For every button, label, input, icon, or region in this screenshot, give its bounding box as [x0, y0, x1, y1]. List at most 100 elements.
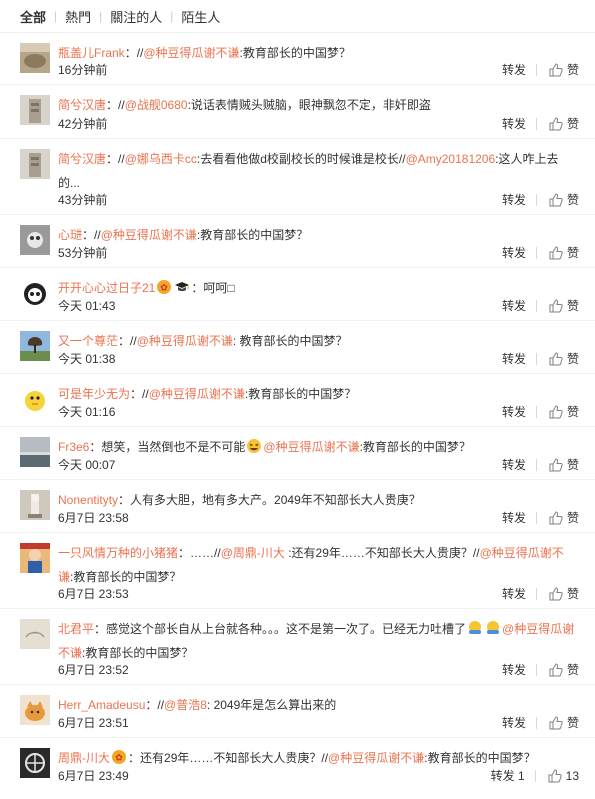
- comment-time: 今天 01:16: [58, 405, 116, 419]
- like-button[interactable]: 赞: [549, 60, 579, 80]
- like-label: 赞: [566, 352, 579, 366]
- repost-button[interactable]: 转发: [502, 455, 526, 475]
- mention-link[interactable]: @种豆得瓜谢不谦: [328, 751, 424, 765]
- like-button[interactable]: 赞: [549, 190, 579, 210]
- like-button[interactable]: 赞: [549, 508, 579, 528]
- like-label: 赞: [566, 663, 579, 677]
- username-link[interactable]: 又一个尊茫: [58, 334, 118, 348]
- like-button[interactable]: 赞: [549, 713, 579, 733]
- comment-time: 6月7日 23:58: [58, 511, 129, 525]
- avatar[interactable]: [20, 149, 50, 179]
- comment-text: 瓶盖儿Frank：//@种豆得瓜谢不谦:教育部长的中国梦？: [58, 41, 577, 65]
- username-link[interactable]: 北君平: [58, 622, 94, 636]
- username-link[interactable]: 一只风情万种的小猪猪: [58, 546, 178, 560]
- comment-item: 瓶盖儿Frank：//@种豆得瓜谢不谦:教育部长的中国梦？ 16分钟前 转发 赞: [0, 33, 595, 85]
- comment-body: :教育部长的中国梦？: [239, 46, 351, 60]
- tab-following[interactable]: 關注的人: [110, 7, 162, 26]
- repost-button[interactable]: 转发: [502, 60, 526, 80]
- avatar[interactable]: ~: [20, 619, 50, 649]
- tab-divider: |: [170, 9, 174, 23]
- username-link[interactable]: Fr3e6: [58, 440, 89, 454]
- separator: ：//: [118, 334, 137, 348]
- comment-time: 43分钟前: [58, 193, 108, 207]
- thumbs-up-icon: [549, 716, 563, 730]
- tab-strangers[interactable]: 陌生人: [181, 7, 220, 26]
- username-link[interactable]: Nonentityty: [58, 493, 118, 507]
- repost-button[interactable]: 转发 1: [491, 766, 525, 786]
- svg-text:~: ~: [32, 630, 37, 637]
- like-button[interactable]: 赞: [549, 349, 579, 369]
- mention-link[interactable]: @普浩8: [164, 698, 207, 712]
- like-button[interactable]: 赞: [549, 114, 579, 134]
- avatar[interactable]: [20, 384, 50, 414]
- comment-text: Fr3e6：想笑，当然倒也不是不可能：@种豆得瓜谢不谦:教育部长的中国梦？: [58, 435, 577, 459]
- repost-button[interactable]: 转发: [502, 190, 526, 210]
- username-link[interactable]: 开开心心过日子21: [58, 281, 155, 295]
- mention-link[interactable]: @种豆得瓜谢不谦: [263, 440, 359, 454]
- like-label: 赞: [566, 246, 579, 260]
- like-button[interactable]: 赞: [549, 296, 579, 316]
- mention-link[interactable]: @战舰0680: [125, 98, 188, 112]
- like-button[interactable]: 13: [548, 766, 579, 786]
- repost-button[interactable]: 转发: [502, 660, 526, 680]
- username-link[interactable]: 可是年少无为: [58, 387, 130, 401]
- comment-body: :教育部长的中国梦？: [196, 228, 309, 242]
- repost-button[interactable]: 转发: [502, 508, 526, 528]
- avatar[interactable]: [20, 331, 50, 361]
- avatar[interactable]: [20, 695, 50, 725]
- avatar[interactable]: [20, 437, 50, 467]
- avatar[interactable]: [20, 95, 50, 125]
- mention-link[interactable]: @娜乌西卡cc: [125, 152, 197, 166]
- action-divider: [535, 459, 537, 471]
- separator: ：……//: [178, 546, 221, 560]
- username-link[interactable]: 简兮汉唐: [58, 98, 106, 112]
- mention-link[interactable]: @种豆得瓜谢不谦: [101, 228, 197, 242]
- mention-link[interactable]: @种豆得瓜谢不谦: [149, 387, 245, 401]
- username-link[interactable]: Herr_Amadeusu: [58, 698, 145, 712]
- mention-link[interactable]: @Amy20181206: [406, 152, 496, 166]
- member-badge-icon: ✿: [112, 750, 126, 764]
- mention-link[interactable]: @周鼎-川大: [221, 546, 285, 560]
- comment-actions: 转发 1 13: [491, 766, 579, 786]
- like-button[interactable]: 赞: [549, 243, 579, 263]
- tab-hot[interactable]: 熱門: [65, 7, 91, 26]
- comment-item: Herr_Amadeusu：//@普浩8: 2049年是怎么算出来的 6月7日 …: [0, 685, 595, 738]
- comment-body: :说话表情贼头贼脑，眼神飘忽不定，非奸即盗: [187, 98, 431, 112]
- repost-button[interactable]: 转发: [502, 402, 526, 422]
- avatar[interactable]: [20, 225, 50, 255]
- repost-button[interactable]: 转发: [502, 114, 526, 134]
- comment-time: 42分钟前: [58, 117, 108, 131]
- comment-time: 6月7日 23:52: [58, 663, 129, 677]
- tab-all[interactable]: 全部: [20, 7, 46, 26]
- like-label: 赞: [566, 193, 579, 207]
- username-link[interactable]: 简兮汉唐: [58, 152, 106, 166]
- repost-button[interactable]: 转发: [502, 349, 526, 369]
- action-divider: [535, 118, 537, 130]
- username-link[interactable]: 周鼎-川大: [58, 751, 110, 765]
- repost-button[interactable]: 转发: [502, 243, 526, 263]
- action-divider: [535, 194, 537, 206]
- avatar[interactable]: [20, 748, 50, 778]
- comment-time: 今天 01:38: [58, 352, 116, 366]
- comment-item: 又一个尊茫：//@种豆得瓜谢不谦: 教育部长的中国梦？ 今天 01:38 转发 赞: [0, 321, 595, 374]
- mention-link[interactable]: @种豆得瓜谢不谦: [137, 334, 233, 348]
- comment-actions: 转发 赞: [502, 190, 579, 210]
- repost-button[interactable]: 转发: [502, 584, 526, 604]
- avatar[interactable]: [20, 490, 50, 520]
- comment-body: :教育部长的中国梦？: [70, 570, 182, 584]
- comment-actions: 转发 赞: [502, 660, 579, 680]
- avatar[interactable]: [20, 543, 50, 573]
- comment-actions: 转发 赞: [502, 402, 579, 422]
- like-button[interactable]: 赞: [549, 402, 579, 422]
- like-button[interactable]: 赞: [549, 455, 579, 475]
- repost-button[interactable]: 转发: [502, 713, 526, 733]
- mention-link[interactable]: @种豆得瓜谢不谦: [143, 46, 239, 60]
- username-link[interactable]: 瓶盖儿Frank: [58, 46, 125, 60]
- like-button[interactable]: 赞: [549, 584, 579, 604]
- like-button[interactable]: 赞: [549, 660, 579, 680]
- comment-time: 今天 00:07: [58, 458, 116, 472]
- avatar[interactable]: [20, 278, 50, 308]
- repost-button[interactable]: 转发: [502, 296, 526, 316]
- avatar[interactable]: [20, 43, 50, 73]
- username-link[interactable]: 心琎: [58, 228, 82, 242]
